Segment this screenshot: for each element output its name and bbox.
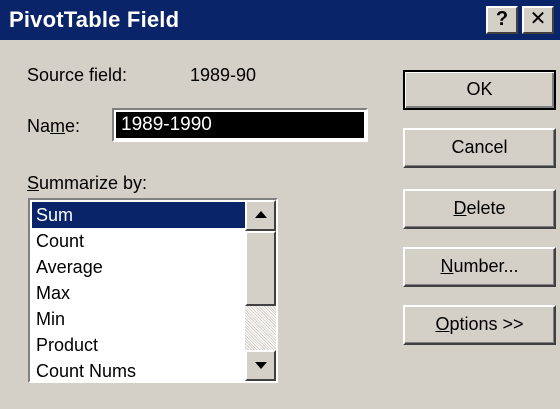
ok-button[interactable]: OK xyxy=(403,70,556,110)
dialog-title: PivotTable Field xyxy=(9,7,180,32)
name-field-value: 1989-1990 xyxy=(116,112,364,138)
close-button[interactable]: ✕ xyxy=(522,6,554,34)
delete-button[interactable]: Delete xyxy=(403,189,556,229)
list-item[interactable]: Count xyxy=(32,228,245,254)
scroll-up-button[interactable] xyxy=(245,200,276,231)
listbox-scrollbar[interactable] xyxy=(245,200,276,381)
summarize-by-listbox[interactable]: Sum Count Average Max Min Product Count Nums xyxy=(28,198,278,383)
name-label: Name: xyxy=(27,116,81,136)
title-bar[interactable]: PivotTable Field ? ✕ xyxy=(0,0,560,40)
help-button[interactable]: ? xyxy=(486,6,518,34)
arrow-down-icon xyxy=(255,362,267,369)
list-item[interactable]: Max xyxy=(32,280,245,306)
scroll-thumb[interactable] xyxy=(245,231,276,306)
scroll-down-button[interactable] xyxy=(245,350,276,381)
source-field-value: 1989-90 xyxy=(190,65,257,85)
list-item[interactable]: Count Nums xyxy=(32,358,245,380)
list-item[interactable]: Average xyxy=(32,254,245,280)
list-item[interactable]: Min xyxy=(32,306,245,332)
summarize-by-label: Summarize by: xyxy=(27,173,148,193)
pivottable-field-dialog: PivotTable Field ? ✕ Source field: 1989-… xyxy=(0,0,560,409)
number-button[interactable]: Number... xyxy=(403,247,556,287)
list-item[interactable]: Product xyxy=(32,332,245,358)
summarize-list-items: Sum Count Average Max Min Product Count Nums xyxy=(32,202,245,380)
list-item[interactable]: Sum xyxy=(32,202,245,228)
name-field[interactable]: 1989-1990 xyxy=(112,108,368,142)
help-icon: ? xyxy=(495,8,509,30)
cancel-button[interactable]: Cancel xyxy=(403,128,556,168)
arrow-up-icon xyxy=(255,211,267,218)
options-button[interactable]: Options >> xyxy=(403,305,556,345)
source-field-label: Source field: xyxy=(27,65,128,85)
close-icon: ✕ xyxy=(529,8,547,30)
